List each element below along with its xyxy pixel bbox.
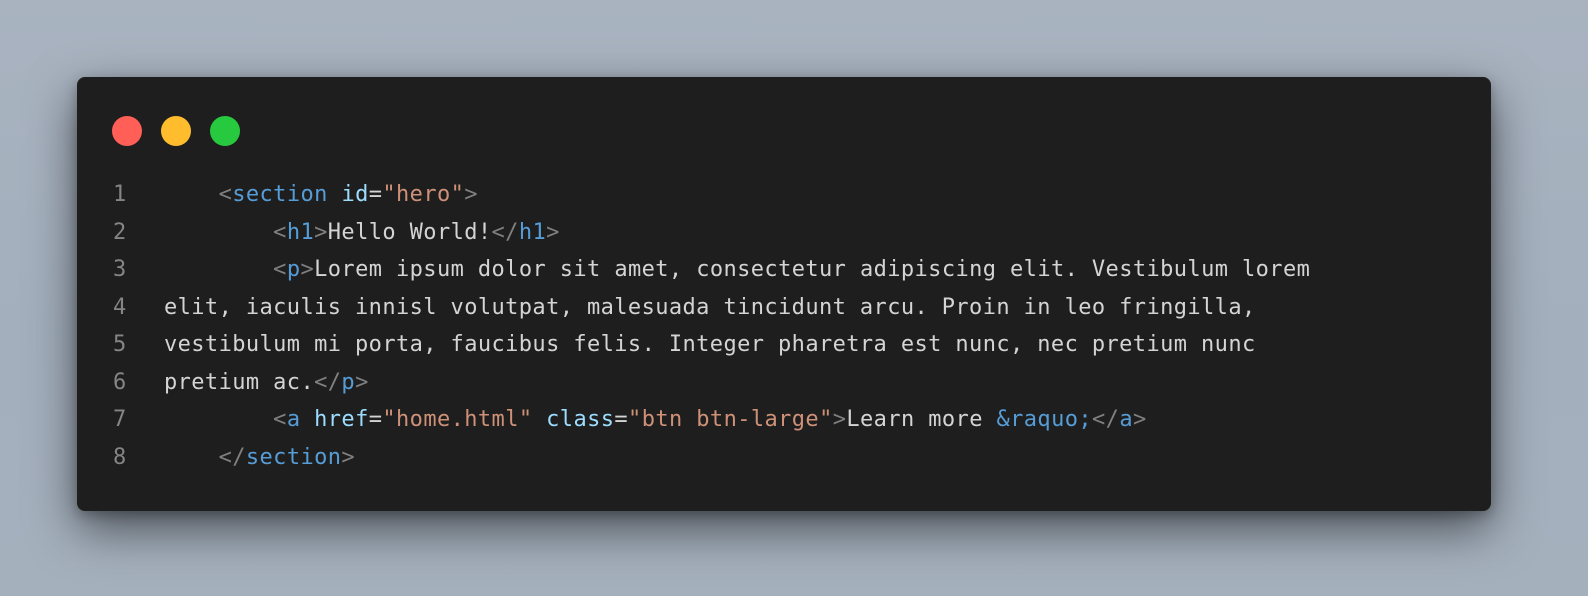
code-token: h1 xyxy=(518,219,547,245)
line-number: 8 xyxy=(113,444,127,470)
code-token: </ xyxy=(1092,407,1120,432)
line-number: 1 xyxy=(113,182,127,207)
code-token: "btn btn-large" xyxy=(628,407,833,432)
code-token: Lorem ipsum dolor sit amet, consectetur … xyxy=(314,257,1311,282)
code-token: > xyxy=(314,219,328,245)
code-token: id xyxy=(341,182,369,207)
code-token: > xyxy=(464,182,478,207)
code-token: < xyxy=(218,182,233,207)
line-source: <a href="home.html" class="btn btn-large… xyxy=(164,401,1147,439)
code-token: < xyxy=(273,257,287,282)
line-source: pretium ac.</p> xyxy=(164,364,369,402)
code-line: 8 </section> xyxy=(113,439,1471,477)
code-token: > xyxy=(832,407,847,432)
code-token: = xyxy=(368,182,383,207)
code-token: = xyxy=(614,407,629,432)
line-number: 3 xyxy=(113,257,127,282)
code-token: section xyxy=(232,182,328,207)
code-line: 4 elit, iaculis innisl volutpat, malesuad… xyxy=(113,289,1471,327)
code-token: > xyxy=(300,257,315,282)
minimize-window-dot-icon[interactable] xyxy=(161,116,191,146)
line-number: 5 xyxy=(113,332,127,357)
code-token: href xyxy=(314,407,369,432)
code-token: </ xyxy=(314,369,342,395)
line-number: 7 xyxy=(113,407,127,432)
code-token: class xyxy=(546,407,615,432)
code-token: h1 xyxy=(286,219,315,245)
code-token: </ xyxy=(491,219,519,245)
code-token: section xyxy=(245,444,342,470)
code-token: </ xyxy=(218,444,246,470)
line-source: <p>Lorem ipsum dolor sit amet, consectet… xyxy=(164,251,1310,289)
line-source: vestibulum mi porta, faucibus felis. Int… xyxy=(164,326,1256,364)
code-line: 3 <p>Lorem ipsum dolor sit amet, consect… xyxy=(113,251,1471,289)
code-token: a xyxy=(1119,407,1133,432)
code-token: p xyxy=(341,369,356,395)
code-token: vestibulum mi porta, faucibus felis. Int… xyxy=(164,332,1256,357)
code-token: Hello World! xyxy=(327,219,492,245)
code-token: > xyxy=(1132,407,1147,432)
code-token: < xyxy=(273,219,287,245)
close-window-dot-icon[interactable] xyxy=(112,116,142,146)
code-token: elit, iaculis innisl volutpat, malesuada… xyxy=(164,294,1256,320)
code-window: 1 <section id="hero"> 2 <h1>Hello World!<… xyxy=(77,77,1491,511)
code-line: 2 <h1>Hello World!</h1> xyxy=(113,214,1471,252)
code-token: p xyxy=(286,257,301,282)
window-controls xyxy=(112,116,240,146)
line-number: 6 xyxy=(113,369,127,395)
code-token: > xyxy=(341,444,356,470)
maximize-window-dot-icon[interactable] xyxy=(210,116,240,146)
line-source: <h1>Hello World!</h1> xyxy=(164,214,560,252)
code-line: 7 <a href="home.html" class="btn btn-lar… xyxy=(113,401,1471,439)
code-block: 1 <section id="hero"> 2 <h1>Hello World!<… xyxy=(113,176,1471,476)
code-line: 1 <section id="hero"> xyxy=(113,176,1471,214)
line-source: elit, iaculis innisl volutpat, malesuada… xyxy=(164,289,1256,327)
code-token: > xyxy=(355,369,369,395)
code-token: > xyxy=(546,219,560,245)
code-token: &raquo; xyxy=(996,407,1093,432)
code-line: 6 pretium ac.</p> xyxy=(113,364,1471,402)
code-token: a xyxy=(286,407,301,432)
code-token: Learn more xyxy=(846,407,997,432)
line-number: 2 xyxy=(113,219,127,245)
line-source: </section> xyxy=(164,439,355,477)
line-source: <section id="hero"> xyxy=(164,176,478,214)
code-token: < xyxy=(273,407,287,432)
code-token: "home.html" xyxy=(382,407,533,432)
code-token: "hero" xyxy=(382,182,465,207)
code-token: pretium ac. xyxy=(164,369,315,395)
line-number: 4 xyxy=(113,294,127,320)
code-line: 5 vestibulum mi porta, faucibus felis. In… xyxy=(113,326,1471,364)
code-token: = xyxy=(368,407,383,432)
